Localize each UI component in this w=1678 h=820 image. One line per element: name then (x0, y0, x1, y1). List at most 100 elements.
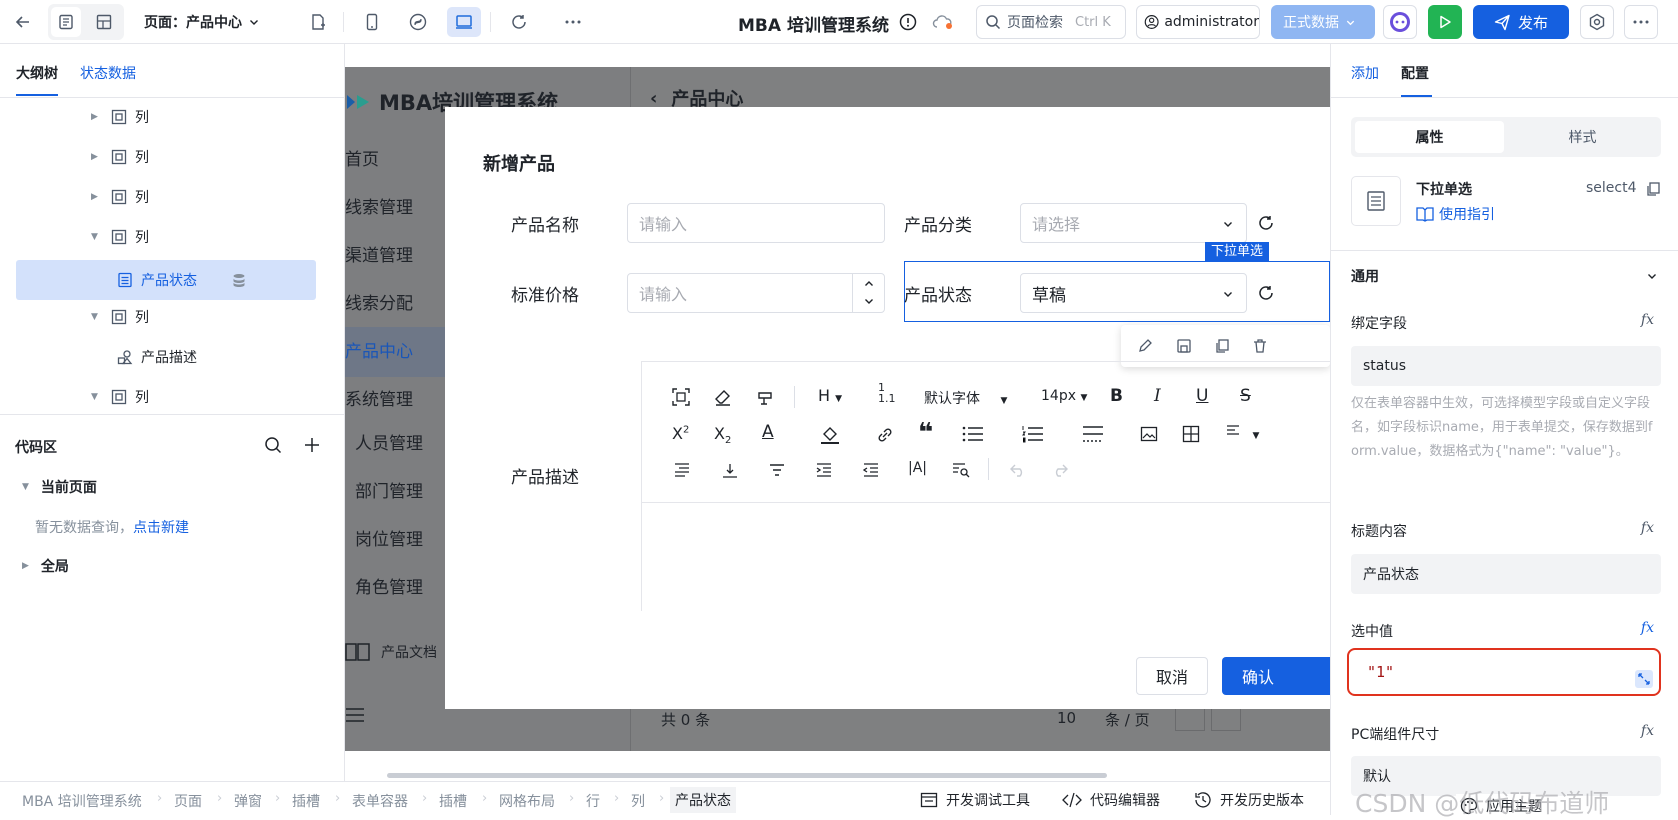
divider-line-icon[interactable] (1082, 425, 1104, 443)
breadcrumb-item[interactable]: 行 (586, 791, 600, 811)
page-selector[interactable]: 页面：产品中心 (144, 12, 260, 32)
letter-spacing-icon[interactable]: |A| (908, 460, 927, 476)
image-icon[interactable] (1140, 425, 1158, 443)
product-status-select[interactable]: 草稿 (1020, 273, 1247, 313)
back-arrow-icon[interactable] (8, 7, 38, 37)
refresh-icon[interactable] (1257, 284, 1275, 302)
fullscreen-icon[interactable] (672, 388, 690, 406)
tree-item-column[interactable]: ▶ 列 (91, 178, 149, 216)
indent-first-line-icon[interactable] (674, 462, 690, 478)
delete-icon[interactable] (1252, 338, 1268, 354)
tree-item-column[interactable]: ▶ 列 (91, 138, 149, 176)
copy-icon[interactable] (1214, 338, 1230, 354)
edit-icon[interactable] (1137, 338, 1153, 354)
tree-item-column[interactable]: ▼ 列 (91, 298, 149, 336)
tree-item-column[interactable]: ▼ 列 (91, 378, 149, 416)
heading-icon[interactable]: H ▼ (818, 386, 842, 405)
chevron-down-icon[interactable] (863, 295, 875, 307)
link-icon[interactable] (876, 426, 894, 444)
title-content-input[interactable]: 产品状态 (1351, 554, 1661, 594)
user-menu[interactable]: administrator (1136, 5, 1260, 39)
fx-icon[interactable]: fx (1641, 620, 1654, 636)
desktop-preview-icon[interactable] (447, 7, 481, 37)
breadcrumb-item[interactable]: 页面 (174, 791, 202, 811)
refresh-icon[interactable] (504, 7, 534, 37)
rich-text-editor[interactable]: H ▼ 1 1.1 默认字体 ▼ 14px ▼ B I U S X2 X2 A ❝… (641, 361, 1330, 611)
indent-icon[interactable] (816, 462, 832, 478)
breadcrumb-item[interactable]: 插槽 (439, 791, 467, 811)
horizontal-scrollbar[interactable] (387, 773, 1107, 778)
filter-icon[interactable] (769, 462, 785, 478)
code-editor-button[interactable]: 代码编辑器 (1062, 790, 1160, 810)
environment-select[interactable]: 正式数据 (1271, 5, 1375, 39)
publish-button[interactable]: 发布 (1473, 5, 1569, 39)
fx-icon[interactable]: fx (1641, 723, 1654, 739)
breadcrumb-item[interactable]: 表单容器 (352, 791, 408, 811)
copy-icon[interactable] (1645, 181, 1661, 197)
product-category-select[interactable]: 请选择 (1020, 203, 1247, 243)
tree-item-product-desc[interactable]: 产品描述 (117, 338, 197, 376)
layout-view-icon[interactable] (89, 7, 119, 37)
chevron-down-icon[interactable] (1646, 270, 1658, 282)
breadcrumb-current[interactable]: 产品状态 (670, 787, 736, 813)
breadcrumb-item[interactable]: 插槽 (292, 791, 320, 811)
bullet-list-icon[interactable] (962, 425, 984, 443)
create-query-link[interactable]: 点击新建 (133, 520, 189, 536)
subscript-icon[interactable]: X2 (714, 424, 731, 446)
cloud-sync-icon[interactable] (932, 14, 954, 30)
font-family-select[interactable]: 默认字体 ▼ (924, 388, 1007, 408)
more-menu-button[interactable] (1624, 5, 1658, 39)
search-icon[interactable] (264, 436, 282, 454)
italic-icon[interactable]: I (1154, 386, 1161, 406)
expand-icon[interactable] (1635, 670, 1653, 688)
tab-add[interactable]: 添加 (1351, 63, 1379, 83)
tab-state-data[interactable]: 状态数据 (80, 63, 136, 83)
add-icon[interactable] (303, 436, 321, 454)
vertical-align-icon[interactable] (722, 462, 738, 478)
chevron-up-icon[interactable] (863, 278, 875, 290)
line-height-icon[interactable]: 1 1.1 (878, 382, 896, 404)
dev-history-button[interactable]: 开发历史版本 (1194, 790, 1304, 810)
database-icon[interactable] (231, 272, 247, 288)
standard-price-input[interactable]: 请输入 (627, 273, 885, 313)
product-name-input[interactable]: 请输入 (627, 203, 885, 243)
tree-item-column[interactable]: ▼ 列 (91, 218, 149, 256)
mobile-preview-icon[interactable] (357, 7, 387, 37)
breadcrumb-item[interactable]: 弹窗 (234, 791, 262, 811)
more-horizontal-icon[interactable] (558, 7, 588, 37)
breadcrumb-item[interactable]: MBA 培训管理系统 (22, 791, 142, 811)
format-painter-icon[interactable] (756, 388, 774, 406)
table-icon[interactable] (1182, 425, 1200, 443)
redo-icon[interactable] (1052, 463, 1068, 477)
highlight-color-icon[interactable] (820, 424, 840, 444)
seg-styles[interactable]: 样式 (1508, 121, 1657, 153)
new-page-icon[interactable] (303, 7, 333, 37)
underline-icon[interactable]: U (1196, 386, 1208, 406)
code-global[interactable]: ▶ 全局 (22, 556, 69, 576)
dev-debug-tools-button[interactable]: 开发调试工具 (920, 790, 1030, 810)
code-current-page[interactable]: ▼ 当前页面 (22, 477, 97, 497)
tree-item-product-status[interactable]: 产品状态 (117, 261, 247, 299)
fx-icon[interactable]: fx (1641, 520, 1654, 536)
selected-value-input[interactable]: "1" (1353, 654, 1655, 690)
confirm-button[interactable]: 确认 (1222, 657, 1330, 695)
tab-outline-tree[interactable]: 大纲树 (16, 63, 58, 96)
info-icon[interactable] (899, 13, 917, 31)
breadcrumb-item[interactable]: 网格布局 (499, 791, 555, 811)
breadcrumb-item[interactable]: 列 (631, 791, 645, 811)
align-select[interactable]: ▼ (1226, 424, 1259, 442)
bold-icon[interactable]: B (1110, 386, 1123, 406)
refresh-icon[interactable] (1257, 214, 1275, 232)
page-view-icon[interactable] (51, 7, 81, 37)
app-settings-button[interactable] (1580, 5, 1614, 39)
bind-field-input[interactable]: status (1351, 346, 1661, 386)
usage-guide-link[interactable]: 使用指引 (1416, 204, 1495, 224)
ordered-list-icon[interactable] (1022, 425, 1044, 443)
blockquote-icon[interactable]: ❝ (918, 418, 933, 448)
outdent-icon[interactable] (863, 462, 879, 478)
font-color-icon[interactable]: A (762, 422, 774, 442)
fx-icon[interactable]: fx (1641, 312, 1654, 328)
find-replace-icon[interactable] (952, 462, 970, 478)
save-icon[interactable] (1176, 338, 1192, 354)
tab-config[interactable]: 配置 (1401, 63, 1429, 83)
